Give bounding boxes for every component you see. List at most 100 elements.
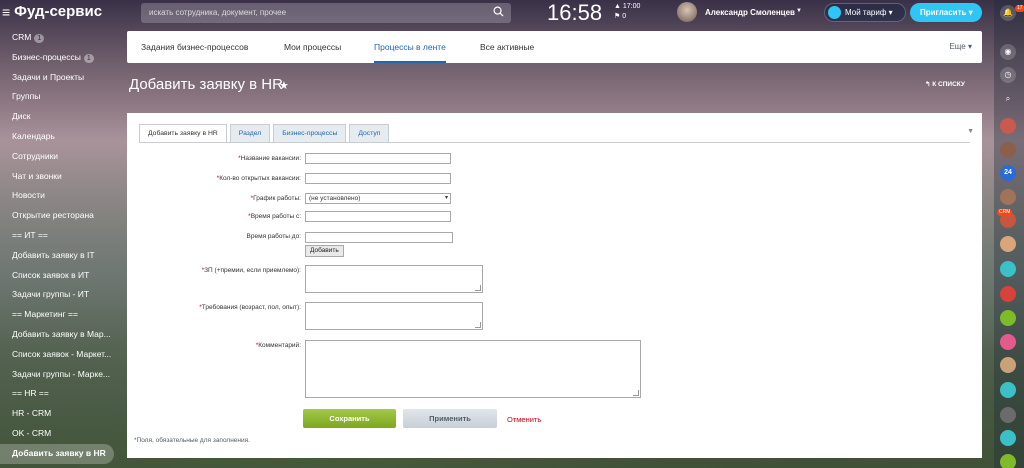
- contact-avatar[interactable]: [1000, 261, 1016, 277]
- salary-label-text: ЗП (+премии, если приемлемо):: [204, 267, 301, 274]
- sidebar-item-add-hr[interactable]: Добавить заявку в HR: [0, 443, 114, 464]
- invite-caret-icon: ▾: [968, 8, 973, 17]
- time-from-label: *Время работы с:: [131, 213, 301, 220]
- search-input[interactable]: искать сотрудника, документ, прочее: [141, 3, 511, 23]
- form-tab-section[interactable]: Раздел: [229, 124, 271, 142]
- flag-count: 0: [622, 13, 627, 20]
- sidebar-item-restaurant[interactable]: Открытие ресторана: [0, 206, 114, 226]
- schedule-value: (не установлено): [309, 195, 361, 202]
- time-from-field[interactable]: [305, 211, 451, 222]
- more-tabs-button[interactable]: Еще ▾: [949, 31, 972, 63]
- contact-avatar[interactable]: [1000, 236, 1016, 252]
- comment-label: *Комментарий:: [131, 342, 301, 349]
- search-icon[interactable]: [493, 6, 504, 17]
- requirements-label-text: Требования (возраст, пол, опыт):: [201, 304, 301, 311]
- contact-avatar[interactable]: [1000, 310, 1016, 326]
- time-to-field[interactable]: [305, 232, 453, 243]
- my-tariff-button[interactable]: Мой тариф ▾: [824, 3, 906, 22]
- notifications-icon[interactable]: 🔔 17: [1000, 5, 1024, 21]
- sidebar-item-crm[interactable]: CRM 1: [0, 28, 114, 48]
- sidebar-item-add-marketing[interactable]: Добавить заявку в Мар...: [0, 325, 114, 345]
- contact-avatar[interactable]: [1000, 334, 1016, 350]
- vacancy-count-field[interactable]: [305, 173, 451, 184]
- add-button[interactable]: Добавить: [305, 245, 344, 257]
- app-logo[interactable]: ≡ Фуд-сервис: [2, 3, 102, 20]
- app-title: Фуд-сервис: [14, 3, 103, 20]
- save-button[interactable]: Сохранить: [303, 409, 396, 428]
- sidebar-item-news[interactable]: Новости: [0, 186, 114, 206]
- invite-button[interactable]: Пригласить ▾: [910, 3, 982, 22]
- more-caret-icon: ▾: [967, 42, 972, 51]
- star-icon[interactable]: ★: [279, 79, 289, 92]
- sidebar-item-label: CRM: [12, 32, 32, 42]
- sidebar-item-it-divider[interactable]: == ИТ ==: [0, 226, 114, 246]
- comment-textarea[interactable]: [305, 340, 641, 398]
- tab-bp-tasks[interactable]: Задания бизнес-процессов: [141, 31, 248, 63]
- contact-avatar[interactable]: [1000, 357, 1016, 373]
- sidebar-item-list-marketing[interactable]: Список заявок - Маркет...: [0, 345, 114, 365]
- sidebar-item-tasks[interactable]: Задачи и Проекты: [0, 68, 114, 88]
- schedule-label-text: График работы:: [253, 195, 301, 202]
- cancel-link[interactable]: Отменить: [507, 415, 541, 424]
- sidebar-item-ok-crm[interactable]: OK - CRM: [0, 424, 114, 444]
- form-tab-bp[interactable]: Бизнес-процессы: [273, 124, 347, 142]
- sidebar-item-chat[interactable]: Чат и звонки: [0, 167, 114, 187]
- apply-button[interactable]: Применить: [403, 409, 497, 428]
- tabs-divider: [139, 142, 970, 143]
- schedule-select[interactable]: (не установлено) ▾: [305, 193, 451, 204]
- bitrix24-icon[interactable]: 24: [1000, 165, 1016, 181]
- search-icon[interactable]: ⌕: [1000, 91, 1016, 107]
- collapse-caret-icon[interactable]: ▼: [967, 128, 974, 135]
- contact-avatar[interactable]: [1000, 430, 1016, 446]
- tab-my-processes[interactable]: Мои процессы: [284, 31, 341, 63]
- sidebar-item-hr-divider[interactable]: == HR ==: [0, 384, 114, 404]
- sidebar-item-disk[interactable]: Диск: [0, 107, 114, 127]
- form-tabs: Добавить заявку в HR Раздел Бизнес-проце…: [139, 124, 392, 143]
- contact-avatar[interactable]: [1000, 407, 1016, 423]
- user-avatar[interactable]: [677, 2, 697, 22]
- form-tab-access[interactable]: Доступ: [349, 124, 390, 142]
- process-tabs-bar: Задания бизнес-процессов Мои процессы Пр…: [127, 31, 982, 63]
- form-tab-add-hr[interactable]: Добавить заявку в HR: [139, 124, 227, 143]
- sidebar-item-bp[interactable]: Бизнес-процессы 1: [0, 48, 114, 68]
- vacancy-label: *Название вакансии:: [131, 155, 301, 162]
- tariff-caret-icon: ▾: [888, 8, 893, 17]
- back-arrow-icon: ↰: [925, 81, 931, 88]
- sidebar-item-calendar[interactable]: Календарь: [0, 127, 114, 147]
- contact-avatar[interactable]: [1000, 142, 1016, 158]
- clock-meta[interactable]: ▲ 17:00 ⚑ 0: [614, 2, 640, 22]
- contact-avatar[interactable]: [1000, 118, 1016, 134]
- contact-avatar[interactable]: [1000, 189, 1016, 205]
- requirements-label: *Требования (возраст, пол, опыт):: [131, 304, 301, 311]
- chevron-down-icon[interactable]: ▼: [796, 8, 802, 14]
- sidebar-item-marketing-divider[interactable]: == Маркетинг ==: [0, 305, 114, 325]
- contact-avatar[interactable]: CRM: [997, 209, 1016, 228]
- sidebar-item-list-it[interactable]: Список заявок в ИТ: [0, 266, 114, 286]
- sidebar-item-groups[interactable]: Группы: [0, 87, 114, 107]
- back-to-list-link[interactable]: ↰ К СПИСКУ: [925, 80, 965, 88]
- contact-avatar[interactable]: [1000, 286, 1016, 302]
- vacancy-name-field[interactable]: [305, 153, 451, 164]
- tab-all-active[interactable]: Все активные: [480, 31, 534, 63]
- form-panel: Добавить заявку в HR Раздел Бизнес-проце…: [127, 113, 982, 458]
- messenger-icon[interactable]: ◉: [1000, 44, 1016, 60]
- sidebar-item-tasks-marketing[interactable]: Задачи группы - Марке...: [0, 365, 114, 385]
- hamburger-menu-icon[interactable]: ≡: [2, 4, 10, 20]
- tab-feed-processes[interactable]: Процессы в ленте: [374, 31, 446, 63]
- sidebar-item-hr-crm[interactable]: HR - CRM: [0, 404, 114, 424]
- comment-label-text: Комментарий:: [258, 342, 301, 349]
- sidebar-item-employees[interactable]: Сотрудники: [0, 147, 114, 167]
- contact-avatar[interactable]: [1000, 454, 1016, 468]
- page-title: Добавить заявку в HR: [129, 76, 283, 93]
- crm-badge: CRM: [997, 209, 1013, 216]
- history-icon[interactable]: ◷: [1000, 67, 1016, 83]
- contact-avatar[interactable]: [1000, 382, 1016, 398]
- user-name[interactable]: Александр Смоленцев: [705, 8, 795, 17]
- salary-textarea[interactable]: [305, 265, 483, 293]
- counter-badge: 1: [83, 53, 94, 63]
- requirements-textarea[interactable]: [305, 302, 483, 330]
- sidebar-item-label: Бизнес-процессы: [12, 51, 81, 62]
- clock-time[interactable]: 16:58: [547, 0, 602, 26]
- sidebar-item-tasks-it[interactable]: Задачи группы - ИТ: [0, 285, 114, 305]
- sidebar-item-add-it[interactable]: Добавить заявку в IT: [0, 246, 114, 266]
